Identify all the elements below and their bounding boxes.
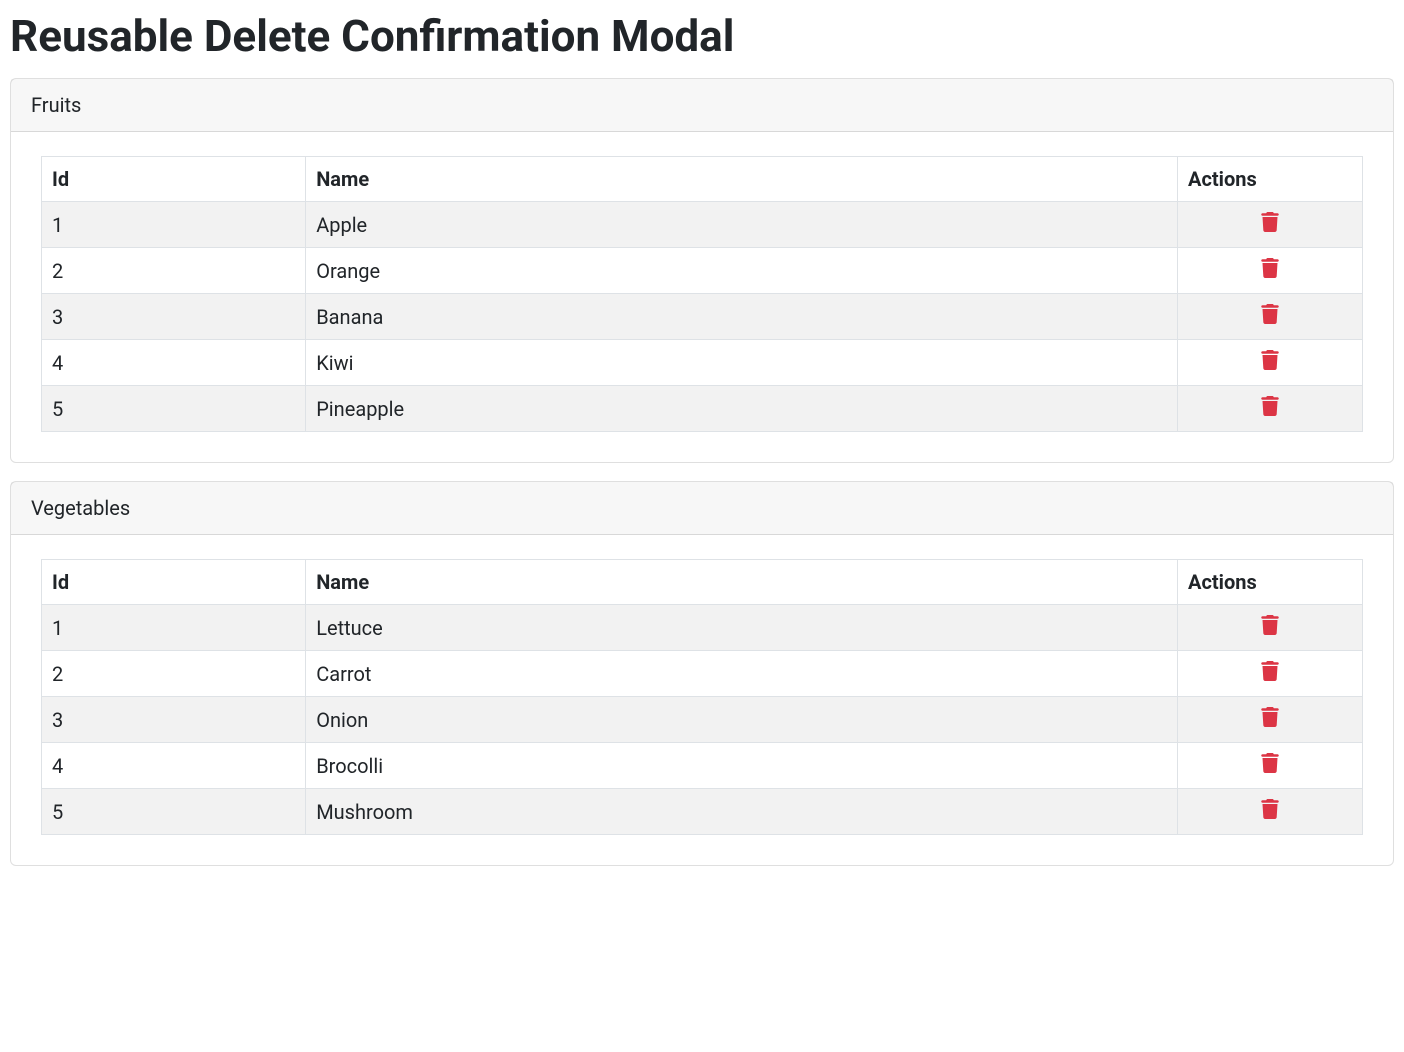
card-fruits: Fruits Id Name Actions 1 Apple: [10, 78, 1394, 463]
col-header-actions: Actions: [1178, 560, 1363, 605]
cell-id: 4: [42, 340, 306, 386]
table-row: 2 Carrot: [42, 651, 1363, 697]
cell-id: 3: [42, 697, 306, 743]
cell-name: Brocolli: [306, 743, 1178, 789]
cell-name: Carrot: [306, 651, 1178, 697]
table-row: 3 Banana: [42, 294, 1363, 340]
table-row: 5 Mushroom: [42, 789, 1363, 835]
cell-actions: [1178, 386, 1363, 432]
data-table: Id Name Actions 1 Apple 2 O: [41, 156, 1363, 432]
cell-id: 4: [42, 743, 306, 789]
data-table: Id Name Actions 1 Lettuce 2: [41, 559, 1363, 835]
delete-button[interactable]: [1261, 615, 1279, 635]
table-row: 1 Apple: [42, 202, 1363, 248]
cell-actions: [1178, 651, 1363, 697]
card-body: Id Name Actions 1 Apple 2 O: [11, 132, 1393, 462]
cell-id: 2: [42, 651, 306, 697]
col-header-name: Name: [306, 560, 1178, 605]
card-vegetables: Vegetables Id Name Actions 1 Lettuce: [10, 481, 1394, 866]
trash-icon: [1261, 615, 1279, 635]
cell-actions: [1178, 202, 1363, 248]
trash-icon: [1261, 258, 1279, 278]
cell-name: Orange: [306, 248, 1178, 294]
trash-icon: [1261, 396, 1279, 416]
cell-name: Kiwi: [306, 340, 1178, 386]
col-header-id: Id: [42, 560, 306, 605]
cell-actions: [1178, 605, 1363, 651]
card-header: Fruits: [11, 79, 1393, 132]
table-row: 3 Onion: [42, 697, 1363, 743]
trash-icon: [1261, 707, 1279, 727]
cell-actions: [1178, 294, 1363, 340]
col-header-name: Name: [306, 157, 1178, 202]
cell-actions: [1178, 789, 1363, 835]
cell-name: Mushroom: [306, 789, 1178, 835]
cell-actions: [1178, 340, 1363, 386]
delete-button[interactable]: [1261, 212, 1279, 232]
col-header-id: Id: [42, 157, 306, 202]
card-body: Id Name Actions 1 Lettuce 2: [11, 535, 1393, 865]
delete-button[interactable]: [1261, 258, 1279, 278]
cell-actions: [1178, 248, 1363, 294]
cell-name: Pineapple: [306, 386, 1178, 432]
cell-name: Apple: [306, 202, 1178, 248]
cell-id: 5: [42, 386, 306, 432]
cell-id: 3: [42, 294, 306, 340]
delete-button[interactable]: [1261, 753, 1279, 773]
table-row: 1 Lettuce: [42, 605, 1363, 651]
card-header: Vegetables: [11, 482, 1393, 535]
cell-id: 2: [42, 248, 306, 294]
trash-icon: [1261, 799, 1279, 819]
delete-button[interactable]: [1261, 396, 1279, 416]
delete-button[interactable]: [1261, 350, 1279, 370]
cell-id: 1: [42, 605, 306, 651]
cell-id: 1: [42, 202, 306, 248]
trash-icon: [1261, 304, 1279, 324]
cell-actions: [1178, 697, 1363, 743]
cell-name: Banana: [306, 294, 1178, 340]
table-row: 4 Brocolli: [42, 743, 1363, 789]
delete-button[interactable]: [1261, 707, 1279, 727]
table-row: 4 Kiwi: [42, 340, 1363, 386]
delete-button[interactable]: [1261, 799, 1279, 819]
trash-icon: [1261, 212, 1279, 232]
trash-icon: [1261, 350, 1279, 370]
col-header-actions: Actions: [1178, 157, 1363, 202]
page-title: Reusable Delete Confirmation Modal: [10, 10, 1394, 62]
cell-name: Lettuce: [306, 605, 1178, 651]
cell-actions: [1178, 743, 1363, 789]
delete-button[interactable]: [1261, 304, 1279, 324]
table-row: 2 Orange: [42, 248, 1363, 294]
trash-icon: [1261, 661, 1279, 681]
cell-name: Onion: [306, 697, 1178, 743]
delete-button[interactable]: [1261, 661, 1279, 681]
table-row: 5 Pineapple: [42, 386, 1363, 432]
trash-icon: [1261, 753, 1279, 773]
cell-id: 5: [42, 789, 306, 835]
